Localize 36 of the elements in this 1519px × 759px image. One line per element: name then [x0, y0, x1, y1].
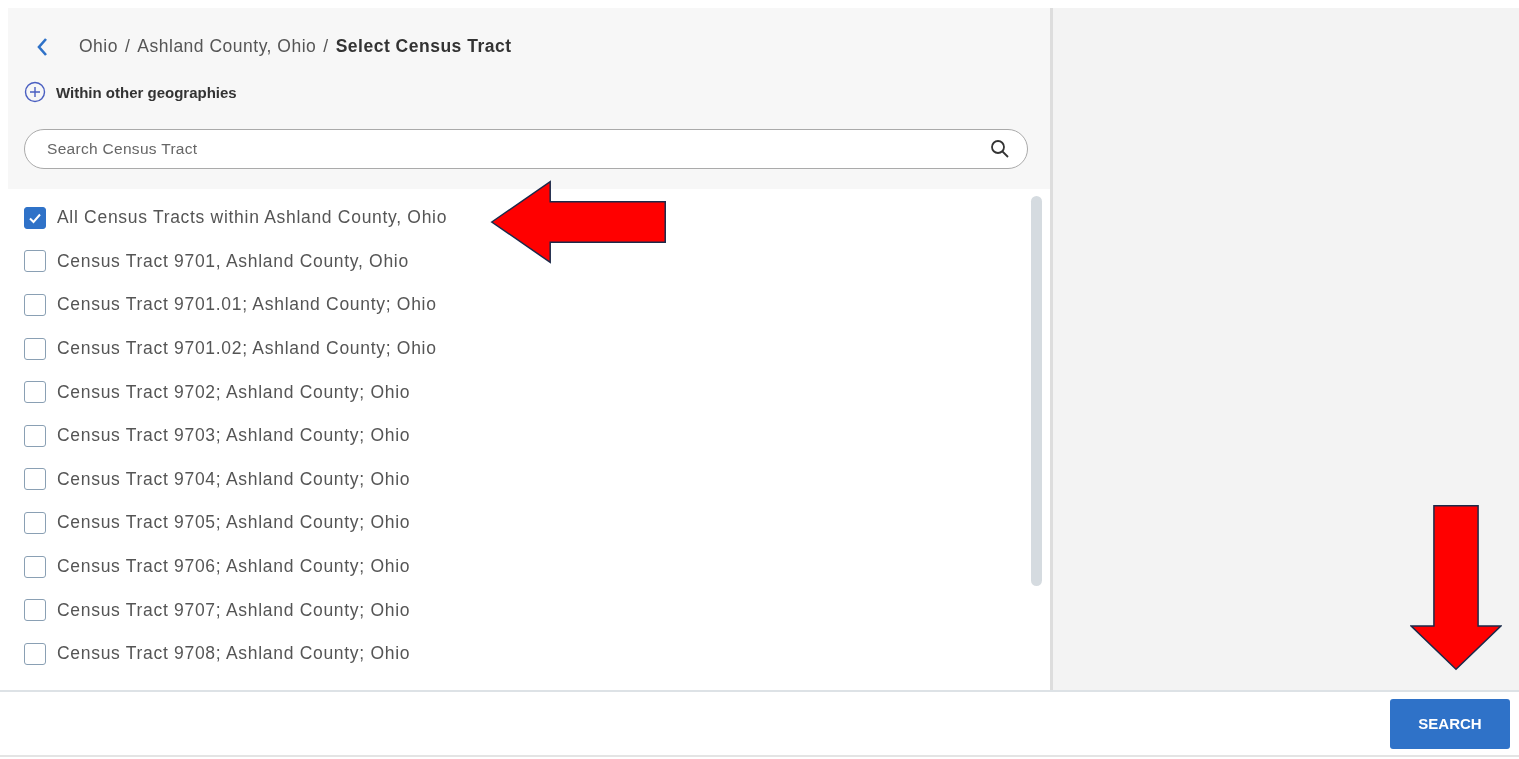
- checkbox[interactable]: [24, 337, 46, 360]
- checkbox[interactable]: [24, 250, 46, 273]
- breadcrumb-separator: /: [323, 36, 329, 57]
- checkbox[interactable]: [24, 294, 46, 316]
- checkbox[interactable]: [24, 424, 46, 447]
- left-arrow-icon: [490, 180, 667, 264]
- search-button[interactable]: SEARCH: [1390, 698, 1510, 749]
- tract-label[interactable]: Census Tract 9707; Ashland County; Ohio: [57, 599, 411, 621]
- scrollbar[interactable]: [1031, 196, 1042, 586]
- tract-label[interactable]: Census Tract 9704; Ashland County; Ohio: [57, 468, 411, 490]
- tract-label[interactable]: Census Tract 9701.02; Ashland County; Ohio: [57, 338, 437, 360]
- checkbox[interactable]: [24, 381, 46, 404]
- within-geographies-link[interactable]: Within other geographies: [56, 83, 237, 101]
- back-chevron-icon[interactable]: [36, 36, 48, 57]
- checkbox[interactable]: [24, 555, 46, 578]
- checkbox[interactable]: [24, 599, 46, 622]
- tract-label[interactable]: Census Tract 9702; Ashland County; Ohio: [57, 381, 411, 403]
- checkbox[interactable]: [24, 511, 46, 534]
- tract-label[interactable]: Census Tract 9703; Ashland County; Ohio: [57, 425, 411, 447]
- tract-label[interactable]: Census Tract 9705; Ashland County; Ohio: [57, 512, 411, 534]
- breadcrumb-link[interactable]: Ohio: [79, 36, 118, 57]
- checkbox[interactable]: [24, 468, 46, 491]
- breadcrumb-separator: /: [124, 36, 131, 57]
- tract-label[interactable]: Census Tract 9701.01; Ashland County; Ohio: [57, 294, 437, 316]
- checkbox[interactable]: [24, 206, 46, 229]
- tract-label[interactable]: Census Tract 9701, Ashland County, Ohio: [57, 250, 409, 272]
- tract-label[interactable]: Census Tract 9708; Ashland County; Ohio: [57, 643, 411, 665]
- search-field[interactable]: Search Census Tract: [24, 129, 1028, 169]
- down-arrow-icon: [1410, 504, 1502, 671]
- plus-circle-icon[interactable]: [24, 81, 46, 103]
- tract-label[interactable]: All Census Tracts within Ashland County, Ohio: [57, 207, 448, 229]
- breadcrumb-current: Select Census Tract: [335, 36, 512, 57]
- breadcrumb-link[interactable]: Ashland County, Ohio: [137, 36, 317, 57]
- search-icon[interactable]: [990, 139, 1010, 159]
- tract-label[interactable]: Census Tract 9706; Ashland County; Ohio: [57, 556, 411, 578]
- checkbox[interactable]: [24, 642, 46, 665]
